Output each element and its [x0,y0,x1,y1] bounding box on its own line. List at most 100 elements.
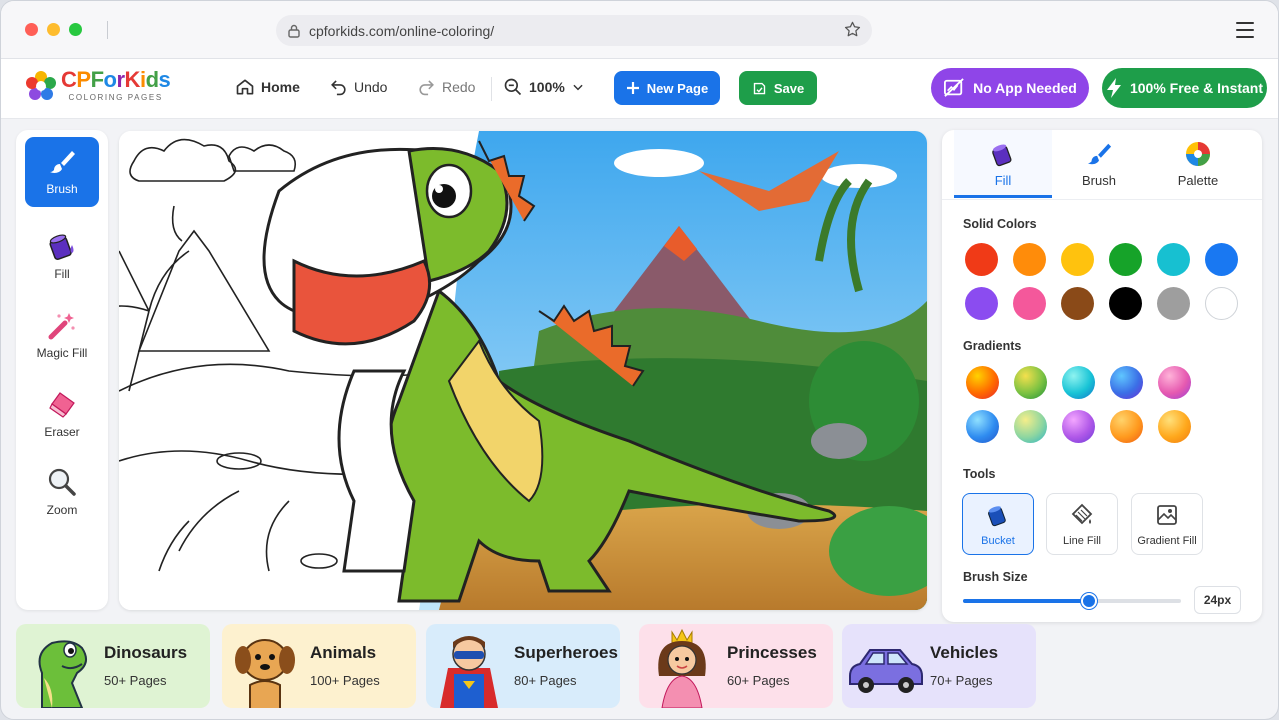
paint-bucket-icon [992,144,1012,166]
undo-label: Undo [354,78,388,95]
gradient-swatch-orange[interactable] [1110,410,1143,443]
gradient-swatch-violet[interactable] [1062,410,1095,443]
brush-icon [1087,143,1112,164]
line-fill-label: Line Fill [1063,535,1101,547]
browser-menu-icon[interactable] [1236,22,1254,43]
gradient-swatch-sunset[interactable] [966,366,999,399]
address-bar[interactable]: cpforkids.com/online-coloring/ [276,15,872,46]
undo-icon [331,80,346,96]
home-label: Home [261,79,300,95]
tab-fill[interactable]: Fill [954,130,1052,198]
gradient-swatch-amber[interactable] [1158,410,1191,443]
logo[interactable]: CPForKids COLORING PAGES [25,67,171,102]
color-panel: Fill Brush Palette Solid Colors Gradient… [942,130,1262,622]
zoom-icon [504,78,522,96]
bucket-icon [988,506,1006,527]
tab-brush[interactable]: Brush [1050,130,1148,198]
tool-zoom-label: Zoom [46,503,78,517]
brush-size-fill [963,599,1090,603]
tool-eraser-label: Eraser [44,425,80,439]
category-name-vehicles: Vehicles [930,643,999,662]
logo-title: CPForKids [61,67,171,92]
solid-swatch[interactable] [965,243,998,276]
solid-swatch[interactable] [1205,287,1238,320]
gradient-fill-label: Gradient Fill [1137,535,1197,547]
category-name-superheroes: Superheroes [514,643,618,662]
paint-bucket-icon [49,234,74,261]
solid-swatch[interactable] [1013,243,1046,276]
solid-swatch[interactable] [1157,287,1190,320]
chevron-down-icon [573,84,583,91]
new-page-button[interactable]: New Page [614,71,720,105]
solid-swatch[interactable] [965,287,998,320]
brush-size-heading: Brush Size [963,570,1028,584]
flower-logo-icon [26,70,56,100]
tool-magic-fill-label: Magic Fill [36,346,88,360]
dinosaur-thumbnail [38,640,87,708]
fill-tool-gradient-fill[interactable]: Gradient Fill [1131,493,1203,555]
tool-fill[interactable]: Fill [25,221,99,291]
gradient-swatch-sky[interactable] [966,410,999,443]
solid-swatch[interactable] [1157,243,1190,276]
new-page-label: New Page [646,80,709,96]
category-card-animals[interactable]: Animals 100+ Pages [222,624,416,708]
solid-swatch[interactable] [1061,287,1094,320]
free-instant-label: 100% Free & Instant [1129,80,1264,96]
brush-size-value[interactable]: 24px [1194,586,1241,614]
gradient-swatch-lime[interactable] [1014,366,1047,399]
redo-button[interactable]: Redo [417,77,475,96]
active-tab-indicator [954,195,1052,198]
tool-magic-fill[interactable]: Magic Fill [25,300,99,370]
solid-swatch[interactable] [1061,243,1094,276]
maximize-window-button[interactable] [69,23,82,36]
category-name-dinosaurs: Dinosaurs [104,643,188,662]
close-window-button[interactable] [25,23,38,36]
gradient-swatch-aqua[interactable] [1062,366,1095,399]
brush-size-track[interactable] [963,593,1181,609]
browser-window: cpforkids.com/online-coloring/ CPForKids… [0,0,1279,720]
category-name-animals: Animals [310,643,377,662]
coloring-canvas[interactable] [119,131,927,610]
bookmark-star-icon[interactable] [843,20,862,39]
gradient-swatch-mint[interactable] [1014,410,1047,443]
tool-brush[interactable]: Brush [25,137,99,207]
tool-brush-label: Brush [46,182,78,196]
no-app-icon [944,78,964,97]
lightning-icon [1106,78,1121,98]
princess-thumbnail [658,628,706,708]
bucket-label: Bucket [981,535,1015,547]
category-card-dinosaurs[interactable]: Dinosaurs 50+ Pages [16,624,210,708]
superhero-thumbnail [440,636,498,708]
solid-swatch[interactable] [1109,287,1142,320]
zoom-value: 100% [529,79,565,95]
tab-palette[interactable]: Palette [1149,130,1247,198]
plus-icon [626,82,639,94]
gradient-swatch-pink[interactable] [1158,366,1191,399]
category-count-animals: 100+ Pages [310,673,380,688]
solid-swatch[interactable] [1109,243,1142,276]
car-thumbnail [849,649,923,693]
category-card-princesses[interactable]: Princesses 60+ Pages [639,624,833,708]
brush-size-thumb[interactable] [1081,593,1098,609]
tool-eraser[interactable]: Eraser [25,379,99,449]
tool-zoom[interactable]: Zoom [25,457,99,527]
tool-sidebar: Brush Fill Magic Fill Eraser Zoom [16,130,108,610]
category-card-vehicles[interactable]: Vehicles 70+ Pages [842,624,1036,708]
category-count-vehicles: 70+ Pages [930,673,993,688]
home-button[interactable]: Home [235,77,300,97]
save-label: Save [773,80,805,96]
nav-divider [491,77,492,101]
fill-tool-line-fill[interactable]: Line Fill [1046,493,1118,555]
tool-fill-label: Fill [54,267,70,281]
zoom-select[interactable]: 100% [503,77,585,97]
dinosaur-coloring-illustration [119,131,927,610]
category-card-superheroes[interactable]: Superheroes 80+ Pages [426,624,620,708]
save-button[interactable]: Save [739,71,817,105]
minimize-window-button[interactable] [47,23,60,36]
app-header: CPForKids COLORING PAGES Home Undo Redo … [1,59,1278,119]
undo-button[interactable]: Undo [329,77,387,96]
fill-tool-bucket[interactable]: Bucket [962,493,1034,555]
solid-swatch[interactable] [1205,243,1238,276]
solid-swatch[interactable] [1013,287,1046,320]
gradient-swatch-ocean[interactable] [1110,366,1143,399]
